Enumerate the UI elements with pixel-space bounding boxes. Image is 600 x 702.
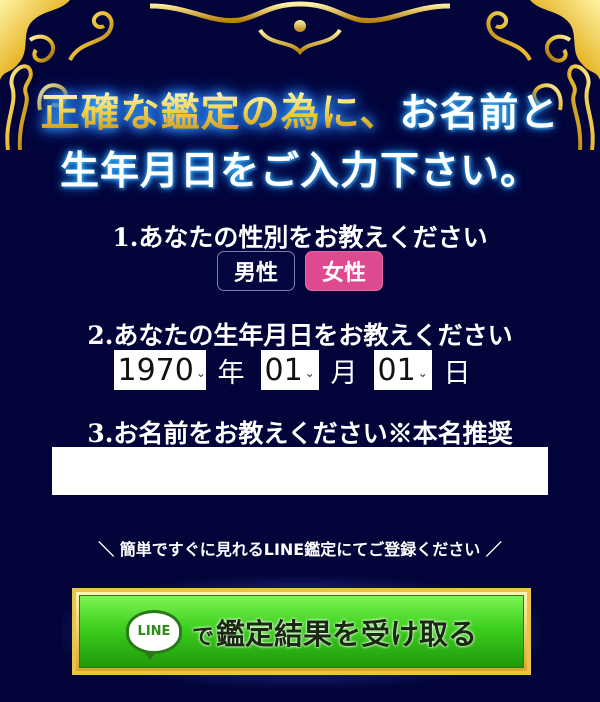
day-unit-label: 日: [443, 357, 471, 389]
headline-line-1: 正確な鑑定の為に、お名前と: [0, 82, 600, 138]
chevron-down-icon: ⌄: [195, 366, 206, 380]
cta-inner: LINE で鑑定結果を受け取る: [79, 595, 524, 668]
cta-prefix: で: [191, 623, 214, 650]
line-icon-label: LINE: [137, 624, 171, 639]
question-gender: 1.あなたの性別をお教えください: [112, 223, 488, 252]
birth-day-value: 01: [377, 352, 416, 388]
chevron-down-icon: ⌄: [304, 366, 315, 380]
gender-selector: 男性 女性: [0, 251, 600, 291]
gold-top-scroll: [150, 1, 450, 56]
gender-male-button[interactable]: 男性: [217, 251, 295, 291]
gender-female-button[interactable]: 女性: [305, 251, 383, 291]
question-name: 3.お名前をお教えください※本名推奨: [87, 419, 513, 448]
chevron-down-icon: ⌄: [417, 366, 428, 380]
page: 正確な鑑定の為に、お名前と 生年月日をご入力下さい。 1.あなたの性別をお教えく…: [0, 0, 600, 702]
birth-day-select[interactable]: 01 ⌄: [373, 350, 432, 390]
headline-line-2: 生年月日をご入力下さい。: [0, 140, 600, 196]
headline-part-2: お名前と: [399, 90, 560, 136]
question-birthdate: 2.あなたの生年月日をお教えください: [87, 321, 513, 350]
birth-month-value: 01: [264, 352, 303, 388]
line-icon: LINE: [125, 609, 182, 660]
cta-main-label: 鑑定結果を受け取る: [216, 616, 478, 651]
birth-year-select[interactable]: 1970 ⌄: [113, 350, 206, 390]
month-unit-label: 月: [330, 357, 358, 389]
headline-part-1: 正確な鑑定の為に、: [40, 90, 400, 136]
headline-part-3: 生年月日をご入力下さい。: [59, 148, 540, 194]
birthdate-row: 1970 ⌄ 年 01 ⌄ 月 01 ⌄ 日: [0, 350, 600, 390]
name-input[interactable]: [52, 447, 548, 495]
year-unit-label: 年: [217, 357, 245, 389]
cta-label: で鑑定結果を受け取る: [192, 611, 477, 653]
receive-result-button[interactable]: LINE で鑑定結果を受け取る: [72, 588, 531, 675]
birth-month-select[interactable]: 01 ⌄: [260, 350, 319, 390]
line-registration-notice: ＼ 簡単ですぐに見れるLINE鑑定にてご登録ください ／: [98, 540, 502, 559]
birth-year-value: 1970: [117, 352, 194, 388]
